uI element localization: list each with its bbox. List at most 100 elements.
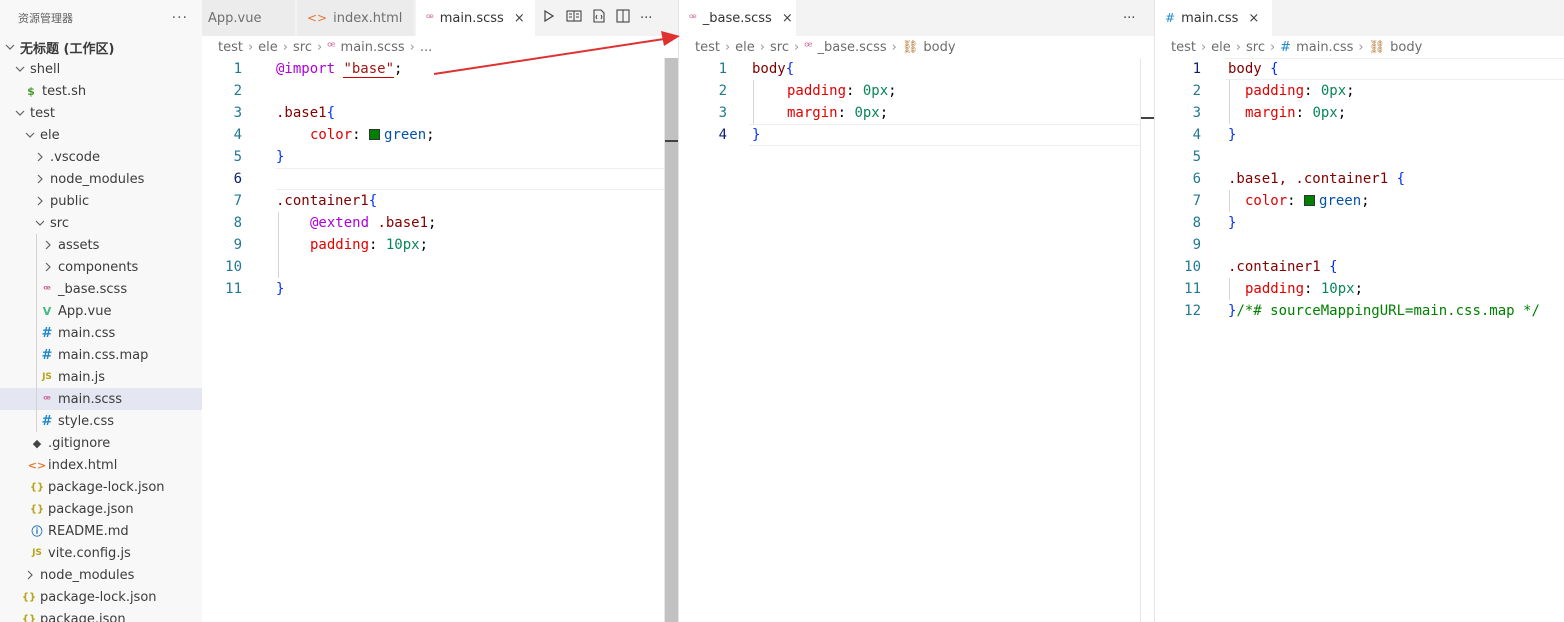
vue-file-icon: V bbox=[42, 304, 52, 318]
code-line: padding: 0px; bbox=[1245, 83, 1355, 99]
tree-item[interactable]: ⓘ README.md bbox=[0, 520, 202, 542]
tree-item[interactable]: shell bbox=[0, 58, 202, 80]
tree-item[interactable]: {} package.json bbox=[0, 498, 202, 520]
compare-changes-icon[interactable] bbox=[592, 9, 606, 27]
tree-item[interactable]: src bbox=[0, 212, 202, 234]
tree-item[interactable]: ꟹ _base.scss bbox=[0, 278, 202, 300]
color-swatch[interactable] bbox=[1304, 195, 1316, 206]
tree-item-label: main.js bbox=[58, 369, 105, 385]
tab-index-html[interactable]: <> index.html bbox=[297, 0, 415, 36]
code-line: .base1, .container1 { bbox=[1228, 171, 1406, 187]
breadcrumb-item[interactable]: src bbox=[770, 40, 789, 55]
tree-item[interactable]: components bbox=[0, 256, 202, 278]
tree-item[interactable]: {} package.json bbox=[0, 608, 202, 622]
line-number: 2 bbox=[1192, 83, 1201, 99]
css-file-icon: # bbox=[41, 325, 53, 341]
run-icon[interactable] bbox=[542, 9, 556, 27]
more-actions-icon[interactable]: ··· bbox=[172, 10, 188, 26]
tree-item[interactable]: ele bbox=[0, 124, 202, 146]
tree-item[interactable]: public bbox=[0, 190, 202, 212]
code-editor[interactable]: 1 body { 2 padding: 0px; 3 margin: 0px; 4} … bbox=[1155, 58, 1564, 622]
tree-item[interactable]: test bbox=[0, 102, 202, 124]
vertical-scrollbar[interactable] bbox=[1140, 58, 1154, 622]
tree-item[interactable]: 无标题 (工作区) bbox=[0, 36, 202, 58]
line-number: 1 bbox=[718, 61, 727, 77]
chevron-right-icon: › bbox=[282, 39, 288, 55]
symbol-class-icon: ⛓ bbox=[1368, 39, 1386, 55]
breadcrumb-item[interactable]: src bbox=[1246, 40, 1265, 55]
tree-item[interactable]: ꟹ main.scss bbox=[0, 388, 202, 410]
code-editor[interactable]: 1 @import "base"; 2 3 .base1{ 4 color: gree… bbox=[202, 58, 678, 622]
split-editor-icon[interactable] bbox=[616, 9, 630, 27]
tree-item[interactable]: node_modules bbox=[0, 168, 202, 190]
tree-item[interactable]: # main.css.map bbox=[0, 344, 202, 366]
indent-guide bbox=[36, 234, 37, 432]
js-file-icon: JS bbox=[42, 372, 52, 382]
tab-base-scss[interactable]: ꟹ _base.scss × bbox=[679, 0, 797, 36]
tree-item-label: ele bbox=[40, 127, 60, 143]
shell-file-icon: $ bbox=[27, 84, 35, 98]
open-preview-icon[interactable] bbox=[566, 9, 582, 27]
breadcrumb-item[interactable]: test bbox=[218, 40, 243, 55]
code-line: padding: 0px; bbox=[787, 83, 897, 99]
breadcrumb-item[interactable]: body bbox=[923, 40, 955, 55]
tree-item[interactable]: ◆ .gitignore bbox=[0, 432, 202, 454]
chevron-down-icon bbox=[14, 108, 26, 118]
editor-actions: ··· bbox=[1123, 0, 1135, 36]
breadcrumb-item[interactable]: ele bbox=[258, 40, 278, 55]
tree-item[interactable]: <> index.html bbox=[0, 454, 202, 476]
code-line: }/*# sourceMappingURL=main.css.map */ bbox=[1228, 303, 1540, 319]
tree-item[interactable]: $ test.sh bbox=[0, 80, 202, 102]
tree-item[interactable]: # main.css bbox=[0, 322, 202, 344]
tab-app-vue[interactable]: App.vue bbox=[202, 0, 296, 36]
tab-main-css[interactable]: # main.css × bbox=[1155, 0, 1273, 36]
explorer-header: 资源管理器 ··· bbox=[0, 0, 202, 36]
tree-item[interactable]: assets bbox=[0, 234, 202, 256]
close-icon[interactable]: × bbox=[514, 11, 525, 26]
breadcrumb-item[interactable]: ... bbox=[420, 40, 432, 55]
tree-item-label: _base.scss bbox=[58, 281, 128, 297]
code-line: margin: 0px; bbox=[1245, 105, 1347, 121]
breadcrumb-item[interactable]: ele bbox=[1211, 40, 1231, 55]
html-file-icon: <> bbox=[27, 458, 47, 472]
more-actions-icon[interactable]: ··· bbox=[1123, 11, 1135, 26]
breadcrumb-item[interactable]: main.scss bbox=[341, 40, 405, 55]
html-file-icon: <> bbox=[307, 11, 328, 25]
breadcrumb-item[interactable]: test bbox=[695, 40, 720, 55]
tree-item[interactable]: node_modules bbox=[0, 564, 202, 586]
line-number: 7 bbox=[1192, 193, 1201, 209]
editor-group-main-scss: App.vue <> index.html ꟹ main.scss × ··· bbox=[202, 0, 678, 622]
code-line: .container1{ bbox=[276, 193, 378, 209]
breadcrumb-item[interactable]: main.css bbox=[1296, 40, 1353, 55]
breadcrumb-item[interactable]: _base.scss bbox=[818, 40, 887, 55]
tree-item[interactable]: {} package-lock.json bbox=[0, 476, 202, 498]
tree-item[interactable]: JS vite.config.js bbox=[0, 542, 202, 564]
more-actions-icon[interactable]: ··· bbox=[640, 11, 652, 26]
tree-item[interactable]: # style.css bbox=[0, 410, 202, 432]
tree-item-label: src bbox=[50, 215, 69, 231]
breadcrumb-item[interactable]: test bbox=[1171, 40, 1196, 55]
sass-file-icon: ꟹ bbox=[43, 392, 51, 406]
code-editor[interactable]: 1 body{ 2 padding: 0px; 3 margin: 0px; 4} bbox=[679, 58, 1154, 622]
scrollbar-thumb[interactable] bbox=[665, 58, 678, 622]
tree-item[interactable]: .vscode bbox=[0, 146, 202, 168]
close-icon[interactable]: × bbox=[782, 11, 793, 26]
json-file-icon: {} bbox=[21, 613, 37, 622]
sass-file-icon: ꟹ bbox=[43, 282, 51, 296]
vertical-scrollbar[interactable] bbox=[664, 58, 678, 622]
sass-file-icon: ꟹ bbox=[327, 39, 336, 55]
tab-main-scss[interactable]: ꟹ main.scss × bbox=[416, 0, 536, 36]
breadcrumb: test › ele › src › ꟹ main.scss › ... bbox=[202, 36, 678, 58]
breadcrumb-item[interactable]: src bbox=[293, 40, 312, 55]
tree-item[interactable]: V App.vue bbox=[0, 300, 202, 322]
chevron-right-icon bbox=[42, 240, 54, 250]
tree-item[interactable]: {} package-lock.json bbox=[0, 586, 202, 608]
tree-item[interactable]: JS main.js bbox=[0, 366, 202, 388]
sass-file-icon: ꟹ bbox=[804, 39, 813, 55]
close-icon[interactable]: × bbox=[1248, 11, 1259, 26]
tree-item-label: App.vue bbox=[58, 303, 112, 319]
breadcrumb-item[interactable]: ele bbox=[735, 40, 755, 55]
breadcrumb-item[interactable]: body bbox=[1390, 40, 1422, 55]
tab-label: index.html bbox=[333, 10, 403, 26]
color-swatch[interactable] bbox=[369, 129, 381, 140]
